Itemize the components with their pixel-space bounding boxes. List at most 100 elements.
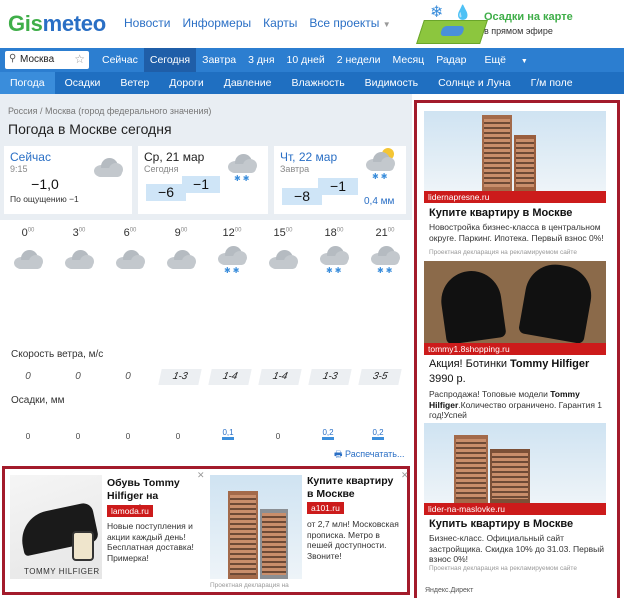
snow-icon: ✱✱ bbox=[372, 172, 390, 181]
today-date: Ср, 21 мар bbox=[144, 150, 205, 164]
period-nav: ⚲ Москва ☆ Сейчас Сегодня Завтра 3 дня 1… bbox=[0, 48, 624, 72]
wind-value: 0 bbox=[125, 371, 131, 382]
star-icon[interactable]: ☆ bbox=[74, 52, 85, 66]
hour-label: 1500 bbox=[273, 227, 293, 239]
bottom-ad-block: TOMMY HILFIGER Обувь Tommy Hilfiger на L… bbox=[2, 466, 410, 595]
top-nav: Новости Информеры Карты Все проекты ▼ bbox=[124, 16, 391, 30]
precip-bar bbox=[372, 437, 384, 440]
ad-title[interactable]: Акция! Ботинки Tommy Hilfiger bbox=[429, 358, 589, 370]
wind-value: 3-5 bbox=[358, 369, 402, 385]
now-label: Сейчас bbox=[10, 150, 51, 164]
tab-pressure[interactable]: Давление bbox=[214, 72, 282, 94]
ad-domain[interactable]: lider-na-maslovke.ru bbox=[424, 503, 606, 515]
brand-label: TOMMY HILFIGER bbox=[24, 567, 100, 576]
wind-value: 1-4 bbox=[258, 369, 302, 385]
tab-today[interactable]: Сегодня bbox=[143, 48, 197, 72]
chevron-down-icon: ▼ bbox=[520, 58, 528, 65]
print-link[interactable]: 🖶 Распечатать... bbox=[334, 447, 404, 463]
hour-label: 2100 bbox=[375, 227, 395, 239]
top-nav-maps[interactable]: Карты bbox=[263, 16, 297, 30]
snow-icon: ✱✱ bbox=[377, 266, 395, 275]
search-value: Москва bbox=[20, 54, 55, 65]
right-ad-block: lidernapresne.ru Купите квартиру в Москв… bbox=[414, 100, 620, 606]
precipitation-map-promo[interactable]: ❄ 💧 Осадки на карте в прямом эфире bbox=[412, 2, 622, 46]
tab-now[interactable]: Сейчас bbox=[96, 48, 144, 72]
ad-title[interactable]: Купите квартиру в Москве bbox=[307, 475, 401, 501]
tab-visibility[interactable]: Видимость bbox=[355, 72, 428, 94]
search-input[interactable]: ⚲ Москва ☆ bbox=[5, 51, 89, 69]
tab-2-weeks[interactable]: 2 недели bbox=[331, 48, 387, 72]
today-label: Сегодня bbox=[144, 164, 179, 174]
wind-value: 1-4 bbox=[208, 369, 252, 385]
ad-disclaimer: Проектная декларация на рекламируемом са… bbox=[429, 565, 577, 572]
precip-value: 0 bbox=[125, 432, 131, 441]
chevron-down-icon: ▼ bbox=[382, 20, 391, 29]
snow-icon: ✱✱ bbox=[234, 174, 252, 183]
ad-boots-image[interactable] bbox=[424, 261, 606, 343]
hour-label: 900 bbox=[174, 227, 188, 239]
today-card[interactable]: Ср, 21 мар Сегодня −6 −1 ✱✱ bbox=[138, 146, 268, 214]
cloud-icon bbox=[92, 156, 124, 178]
ad-domain[interactable]: a101.ru bbox=[307, 502, 344, 514]
tab-sun-moon[interactable]: Солнце и Луна bbox=[428, 72, 520, 94]
precip-value: 0,2 bbox=[322, 428, 334, 437]
wind-precip-panel: Скорость ветра, м/с 0 0 0 1-3 1-4 1-4 1-… bbox=[0, 340, 412, 460]
ad-text: от 2,7 млн! Московская прописка. Метро в… bbox=[307, 519, 399, 561]
tab-tomorrow[interactable]: Завтра bbox=[196, 48, 242, 72]
tab-humidity[interactable]: Влажность bbox=[282, 72, 355, 94]
ad-text: Распродажа! Топовые модели Tommy Hilfige… bbox=[429, 389, 603, 420]
yandex-direct-label[interactable]: Яндекс.Директ bbox=[425, 587, 473, 594]
tab-wind[interactable]: Ветер bbox=[110, 72, 159, 94]
wind-value: 1-3 bbox=[308, 369, 352, 385]
parameter-nav: Погода Осадки Ветер Дороги Давление Влаж… bbox=[0, 72, 624, 94]
precipitation-label: Осадки, мм bbox=[11, 395, 65, 406]
hour-label: 1800 bbox=[324, 227, 344, 239]
top-nav-informers[interactable]: Информеры bbox=[182, 16, 251, 30]
top-nav-news[interactable]: Новости bbox=[124, 16, 170, 30]
gismeteo-logo[interactable]: Gismeteo bbox=[8, 11, 106, 37]
tab-radar[interactable]: Радар bbox=[430, 48, 472, 72]
tab-month[interactable]: Месяц bbox=[387, 48, 431, 72]
ad-building-image[interactable] bbox=[424, 111, 606, 191]
ad-text: Новостройка бизнес-класса в центральном … bbox=[429, 222, 604, 243]
tomorrow-card[interactable]: Чт, 22 мар Завтра −8 −1 ✱✱ 0,4 мм bbox=[274, 146, 406, 214]
breadcrumb[interactable]: Россия / Москва (город федерального знач… bbox=[8, 106, 211, 116]
ad-price: 3990 р. bbox=[429, 373, 466, 385]
wind-value: 0 bbox=[25, 371, 31, 382]
tab-precipitation[interactable]: Осадки bbox=[55, 72, 111, 94]
cloud-icon bbox=[165, 248, 197, 270]
precip-value: 0 bbox=[25, 432, 31, 441]
cloud-snow-icon bbox=[369, 244, 401, 266]
ad-shoe-image[interactable]: TOMMY HILFIGER bbox=[10, 475, 102, 579]
tab-more[interactable]: Ещё ▼ bbox=[473, 48, 540, 72]
ad-domain[interactable]: tommy1.8shopping.ru bbox=[424, 343, 606, 355]
close-icon[interactable]: ✕ bbox=[197, 470, 205, 481]
cloud-icon bbox=[63, 248, 95, 270]
precip-bar bbox=[222, 437, 234, 440]
tab-roads[interactable]: Дороги bbox=[159, 72, 213, 94]
feels-like: По ощущению −1 bbox=[10, 194, 79, 204]
tab-geomagnetic[interactable]: Г/м поле bbox=[521, 72, 583, 94]
precip-bar bbox=[322, 437, 334, 440]
top-nav-all-projects[interactable]: Все проекты ▼ bbox=[309, 16, 390, 30]
ad-domain[interactable]: lamoda.ru bbox=[107, 505, 153, 517]
ad-title[interactable]: Купите квартиру в Москве bbox=[429, 207, 572, 219]
tomorrow-label: Завтра bbox=[280, 164, 310, 174]
precip-value: 0 bbox=[75, 432, 81, 441]
ad-building-image[interactable] bbox=[424, 423, 606, 503]
ad-disclaimer: Проектная декларация на рекламируемом са… bbox=[429, 249, 577, 256]
cloud-snow-icon bbox=[216, 244, 248, 266]
footer bbox=[0, 598, 624, 610]
now-card[interactable]: Сейчас 9:15 −1,0 По ощущению −1 bbox=[4, 146, 132, 214]
tomorrow-max-temp: −1 bbox=[318, 178, 358, 195]
today-max-temp: −1 bbox=[182, 176, 220, 193]
close-icon[interactable]: ✕ bbox=[401, 470, 409, 481]
map-icon bbox=[416, 20, 488, 44]
ad-title[interactable]: Купить квартиру в Москве bbox=[429, 518, 573, 530]
ad-building-image[interactable] bbox=[210, 475, 302, 579]
ad-domain[interactable]: lidernapresne.ru bbox=[424, 191, 606, 203]
ad-disclaimer: Проектная декларация на bbox=[210, 582, 289, 589]
tab-10-days[interactable]: 10 дней bbox=[281, 48, 331, 72]
tab-3-days[interactable]: 3 дня bbox=[242, 48, 280, 72]
tab-weather[interactable]: Погода bbox=[0, 72, 55, 94]
